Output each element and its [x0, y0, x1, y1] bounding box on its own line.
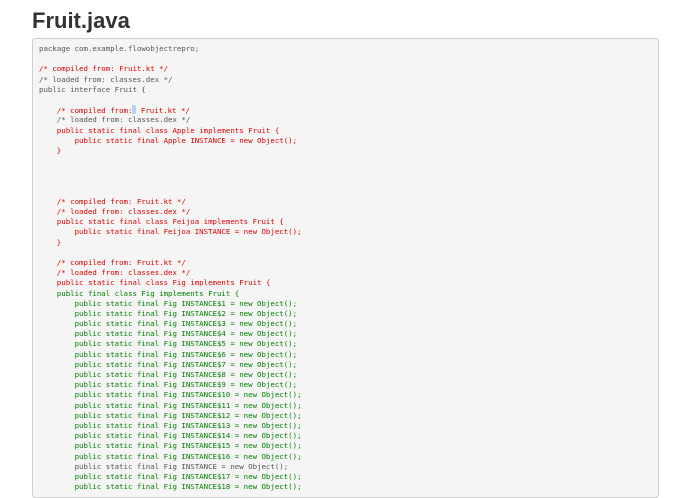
page-title: Fruit.java: [32, 8, 130, 33]
code-line: public static final Fig INSTANCE$14 = ne…: [39, 431, 302, 441]
code-line: public static final class Feijoa impleme…: [39, 217, 284, 227]
code-line: public static final Apple INSTANCE = new…: [39, 135, 298, 145]
code-line: public static final Fig INSTANCE$9 = new…: [39, 380, 298, 390]
code-line: /* compiled from: Fruit.kt */: [39, 196, 186, 206]
code-line: public static final class Apple implemen…: [39, 125, 280, 135]
code-line: package com.example.flowobjectrepro;: [39, 44, 200, 53]
code-line: public static final Fig INSTANCE$17 = ne…: [39, 471, 302, 481]
code-line: public static final Fig INSTANCE$7 = new…: [39, 359, 298, 369]
code-line: public interface Fruit {: [39, 84, 146, 94]
code-line: /* loaded from: classes.dex */: [39, 74, 173, 84]
code-line: /* compiled from: Fruit.kt */: [39, 257, 186, 267]
code-line: public static final Fig INSTANCE$1 = new…: [39, 298, 298, 308]
code-line: /* loaded from: classes.dex */: [39, 268, 191, 278]
code-line: /* loaded from: classes.dex */: [39, 207, 191, 216]
text-cursor: [132, 105, 137, 115]
code-line: /* compiled from: Fruit.kt */: [39, 105, 190, 116]
code-line: public static final Fig INSTANCE$12 = ne…: [39, 410, 302, 420]
code-line: public static final Fig INSTANCE$10 = ne…: [39, 390, 302, 400]
code-line: /* compiled from: Fruit.kt */: [39, 64, 169, 74]
code-line: public static final Fig INSTANCE$11 = ne…: [39, 400, 302, 410]
code-viewer[interactable]: package com.example.flowobjectrepro; /* c…: [32, 38, 659, 498]
code-line: public static final Fig INSTANCE$13 = ne…: [39, 420, 302, 430]
code-line: public static final Fig INSTANCE$18 = ne…: [39, 482, 302, 492]
code-line: public static final Fig INSTANCE$8 = new…: [39, 370, 298, 379]
code-line: public final class Fig implements Fruit …: [39, 288, 240, 298]
code-line: /* loaded from: classes.dex */: [39, 115, 191, 125]
code-line: public static final Feijoa INSTANCE = ne…: [39, 227, 302, 237]
code-line: public static final Fig INSTANCE$15 = ne…: [39, 441, 302, 451]
code-line: public static final Fig INSTANCE$6 = new…: [39, 349, 298, 359]
code-line: public static final Fig INSTANCE = new O…: [39, 461, 289, 471]
code-line: }: [39, 237, 62, 247]
code-line: public static final class Fig implements…: [39, 278, 271, 288]
code-listing: package com.example.flowobjectrepro; /* c…: [39, 44, 302, 492]
code-line: public static final Fig INSTANCE$3 = new…: [39, 319, 298, 329]
code-line: public static final Fig INSTANCE$16 = ne…: [39, 451, 302, 461]
code-line: public static final Fig INSTANCE$5 = new…: [39, 339, 298, 349]
code-line: public static final Fig INSTANCE$4 = new…: [39, 329, 298, 339]
code-line: }: [39, 145, 62, 155]
code-line: public static final Fig INSTANCE$2 = new…: [39, 308, 298, 318]
